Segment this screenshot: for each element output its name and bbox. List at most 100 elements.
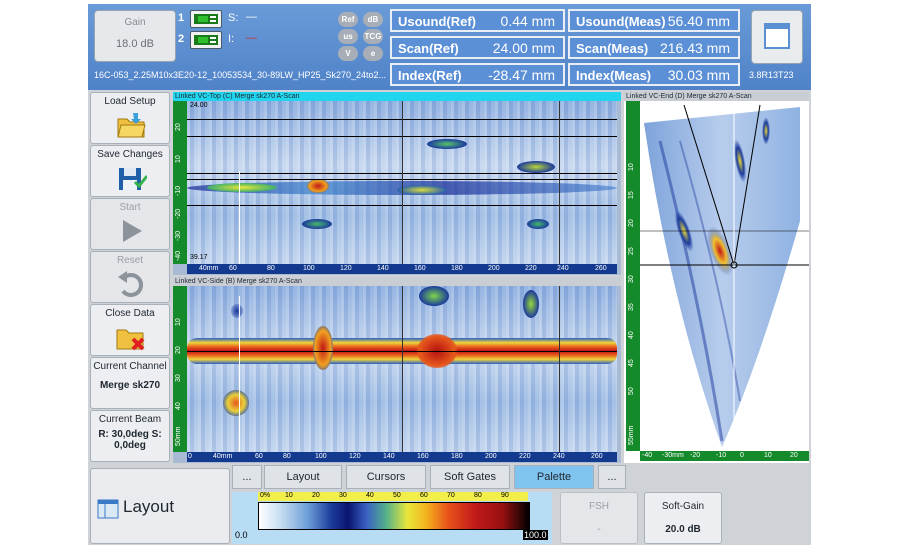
readout-value: 216.43 mm <box>659 40 730 56</box>
load-setup-button[interactable]: Load Setup <box>90 92 170 144</box>
readout-label: Index(Meas) <box>576 68 652 83</box>
ruler-tick: 140 <box>377 265 389 272</box>
ruler-tick: 160 <box>414 265 426 272</box>
b-scan-view[interactable]: Linked VC-Side (B) Merge sk270 A-Scan 10… <box>173 277 621 463</box>
db-toggle[interactable]: dB <box>363 12 383 27</box>
ruler-tick: 220 <box>519 453 531 460</box>
color-palette-panel[interactable]: 0% 10 20 30 40 50 60 70 80 90 0.0 100.0 <box>232 492 552 544</box>
c-scan-view[interactable]: Linked VC-Top (C) Merge sk270 A-Scan 20 … <box>173 92 621 275</box>
play-icon <box>115 215 147 247</box>
scan-ref-readout: Scan(Ref) 24.00 mm <box>390 36 565 59</box>
channel-2-i-label: I: <box>228 33 235 45</box>
ruler-tick: 120 <box>349 453 361 460</box>
c-scan-vertical-ruler: 20 10 -10 -20 -30 -40 <box>173 101 187 264</box>
ruler-tick: 60 <box>255 453 263 460</box>
ruler-tick: -20 <box>175 208 182 219</box>
soft-gain-label: Soft-Gain <box>661 501 705 512</box>
palette-scale: 0% 10 20 30 40 50 60 70 80 90 <box>258 492 528 501</box>
ruler-tick: 0 <box>740 452 744 459</box>
start-button[interactable]: Start <box>90 198 170 250</box>
usound-ref-readout: Usound(Ref) 0.44 mm <box>390 9 565 32</box>
close-data-button[interactable]: Close Data <box>90 304 170 356</box>
palette-color-bar[interactable] <box>258 502 530 530</box>
readout-value: 24.00 mm <box>492 40 555 56</box>
v-toggle[interactable]: V <box>338 46 358 61</box>
ruler-tick: 30 <box>175 374 182 382</box>
gain-value: 18.0 dB <box>116 38 154 50</box>
gain-button[interactable]: Gain 18.0 dB <box>94 10 176 62</box>
tcg-toggle[interactable]: TCG <box>363 29 383 44</box>
ruler-tick: 10 <box>628 163 635 171</box>
plug-icon[interactable] <box>190 10 222 28</box>
b-scan-image[interactable] <box>187 286 617 452</box>
readout-label: Usound(Ref) <box>398 14 476 29</box>
ruler-tick: -40 <box>642 452 653 459</box>
current-beam-value: R: 30,0deg S: 0,0deg <box>98 429 162 451</box>
ruler-tick: 60 <box>229 265 237 272</box>
plug-icon[interactable] <box>190 31 222 49</box>
scan-cursor-line[interactable] <box>559 286 560 452</box>
file-name: 16C-053_2.25M10x3E20-12_10053534_30-89LW… <box>94 70 387 80</box>
tab-soft-gates[interactable]: Soft Gates <box>430 465 510 489</box>
readout-label: Scan(Meas) <box>576 41 649 56</box>
index-ref-readout: Index(Ref) -28.47 mm <box>390 63 565 86</box>
us-toggle[interactable]: us <box>338 29 358 44</box>
ruler-tick: 40mm <box>213 453 233 460</box>
current-beam-label: Current Beam <box>98 414 162 425</box>
c-scan-title: Linked VC-Top (C) Merge sk270 A-Scan <box>173 92 621 101</box>
scan-cursor-line[interactable] <box>239 171 240 264</box>
c-scan-top-value: 24.00 <box>190 102 208 109</box>
ref-toggle[interactable]: Ref <box>338 12 358 27</box>
soft-gain-button[interactable]: Soft-Gain 20.0 dB <box>644 492 722 544</box>
tab-more-left[interactable]: ... <box>232 465 262 489</box>
tab-layout[interactable]: Layout <box>264 465 342 489</box>
scan-cursor-line[interactable] <box>239 296 240 452</box>
soft-gain-value: 20.0 dB <box>665 524 701 535</box>
ruler-tick: 10 <box>764 452 772 459</box>
c-scan-image[interactable]: 24.00 39.17 <box>187 101 617 264</box>
ruler-tick: 30 <box>628 275 635 283</box>
ruler-tick: 100 <box>303 265 315 272</box>
reset-button[interactable]: Reset <box>90 251 170 303</box>
ruler-tick: 0 <box>188 453 192 460</box>
tab-more-right[interactable]: ... <box>598 465 626 489</box>
fsh-value: - <box>597 524 601 535</box>
d-scan-view[interactable]: Linked VC-End (D) Merge sk270 A-Scan 10 … <box>624 92 809 463</box>
ruler-tick: 180 <box>451 265 463 272</box>
folder-close-icon <box>115 321 147 353</box>
save-changes-button[interactable]: Save Changes <box>90 145 170 197</box>
palette-min-value: 0.0 <box>235 530 248 540</box>
readout-value: 30.03 mm <box>667 67 730 83</box>
tab-palette[interactable]: Palette <box>514 465 594 489</box>
scan-cursor-line[interactable] <box>402 101 403 264</box>
palette-max-value: 100.0 <box>523 530 548 540</box>
scan-cursor-line[interactable] <box>402 286 403 452</box>
signal-indication <box>307 179 329 193</box>
layout-panel-button[interactable]: Layout <box>90 468 230 544</box>
sector-scan-image[interactable] <box>640 101 809 451</box>
ruler-tick: 180 <box>451 453 463 460</box>
signal-indication <box>231 304 243 318</box>
undo-arrow-icon <box>115 268 147 300</box>
palette-tick: 30 <box>339 492 347 499</box>
signal-indication <box>523 290 539 318</box>
ruler-tick: 200 <box>485 453 497 460</box>
ruler-tick: -20 <box>690 452 701 459</box>
readout-label: Scan(Ref) <box>398 41 459 56</box>
palette-tick: 20 <box>312 492 320 499</box>
fsh-button[interactable]: FSH - <box>560 492 638 544</box>
save-disk-icon <box>115 162 149 194</box>
palette-tick: 50 <box>393 492 401 499</box>
current-channel-panel[interactable]: Current Channel Merge sk270 <box>90 357 170 409</box>
e-toggle[interactable]: e <box>363 46 383 61</box>
ruler-tick: 240 <box>553 453 565 460</box>
tab-cursors[interactable]: Cursors <box>346 465 426 489</box>
current-beam-panel[interactable]: Current Beam R: 30,0deg S: 0,0deg <box>90 410 170 462</box>
scan-cursor-line[interactable] <box>559 101 560 264</box>
signal-indication <box>517 161 555 173</box>
ruler-tick: 45 <box>628 359 635 367</box>
ruler-tick: 160 <box>417 453 429 460</box>
window-icon[interactable] <box>751 10 803 64</box>
palette-tick: 80 <box>474 492 482 499</box>
gain-label: Gain <box>124 17 146 28</box>
